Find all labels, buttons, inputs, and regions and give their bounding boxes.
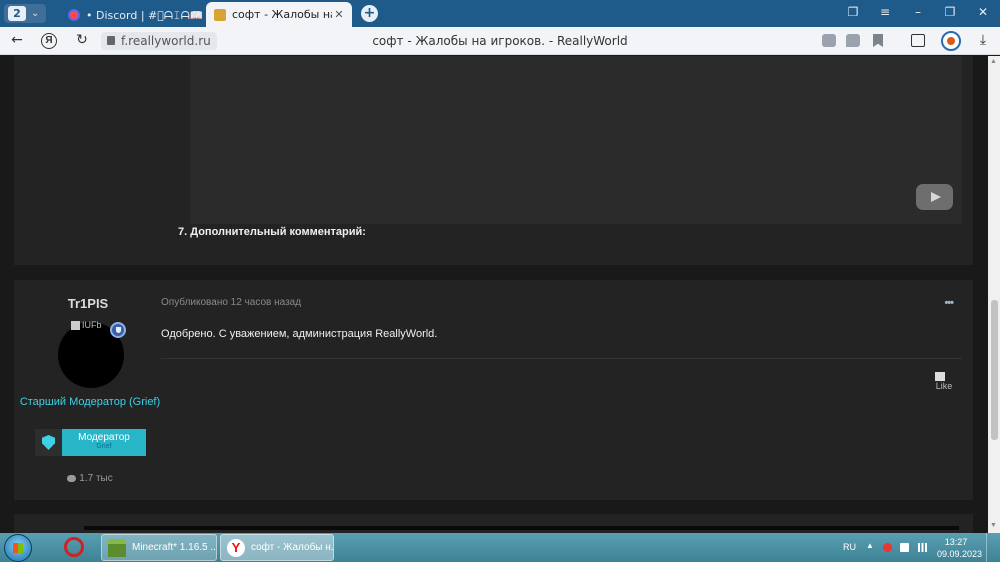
antivirus-icon[interactable]: [883, 543, 892, 552]
menu-icon[interactable]: ≡: [877, 5, 893, 19]
restore-icon[interactable]: ❐: [942, 5, 958, 19]
show-desktop-button[interactable]: [986, 533, 1000, 562]
tab-title: софт - Жалобы на игрок: [232, 8, 332, 21]
comment-heading: 7. Дополнительный комментарий:: [178, 226, 366, 238]
vertical-scrollbar[interactable]: ▲ ▼: [988, 56, 1000, 533]
post-header-bar: [84, 526, 959, 530]
taskbar-minecraft[interactable]: Minecraft* 1.16.5 ...: [101, 534, 217, 561]
tab-count-button[interactable]: 2 ⌄: [4, 4, 46, 23]
discord-icon: [68, 8, 80, 21]
translate-icon[interactable]: [822, 34, 836, 47]
minimize-icon[interactable]: –: [910, 5, 926, 19]
reallyworld-icon: [214, 8, 226, 21]
scrollbar-thumb[interactable]: [991, 300, 998, 440]
new-tab-button[interactable]: +: [361, 5, 378, 22]
moderator-shield-icon: [110, 322, 126, 338]
group-badge-label: Модератор Grief: [62, 429, 146, 456]
tab-title: • Discord | #゙ᗩ𝙸ᗩ📖ͺノ|подде: [86, 8, 202, 22]
close-icon[interactable]: ✕: [332, 8, 346, 21]
opera-icon[interactable]: [64, 537, 84, 557]
clock-time: 13:27: [944, 537, 968, 547]
post-count-value: 1.7 тыс: [79, 473, 113, 484]
collections-icon[interactable]: ❐: [845, 5, 861, 19]
close-window-icon[interactable]: ✕: [975, 5, 991, 19]
scroll-down-icon[interactable]: ▼: [990, 522, 997, 529]
shield-icon: [42, 435, 55, 450]
windows-taskbar: Minecraft* 1.16.5 ... Y софт - Жалобы н.…: [0, 533, 1000, 562]
post-divider: [161, 358, 962, 359]
comment-icon: [67, 474, 77, 482]
scroll-up-icon[interactable]: ▲: [990, 58, 997, 65]
taskbar-yandex-browser[interactable]: Y софт - Жалобы н...: [220, 534, 334, 561]
post-timestamp[interactable]: Опубликовано 12 часов назад: [161, 297, 301, 308]
tray-expand-icon[interactable]: ▲: [866, 541, 875, 550]
task-title: софт - Жалобы н...: [251, 542, 334, 553]
tab-discord[interactable]: • Discord | #゙ᗩ𝙸ᗩ📖ͺノ|подде: [62, 2, 202, 27]
clock-date: 09.09.2023: [937, 549, 983, 559]
browser-tab-bar: 2 ⌄ • Discord | #゙ᗩ𝙸ᗩ📖ͺノ|подде софт - Жа…: [0, 0, 1000, 27]
chevron-down-icon: ⌄: [31, 8, 40, 19]
broken-image-icon: [71, 321, 80, 331]
avatar-alt-label: IUFb: [82, 320, 102, 330]
more-options-icon[interactable]: •••: [944, 297, 954, 309]
username[interactable]: Tr1PIS: [14, 296, 162, 311]
group-badge: [35, 429, 62, 456]
tab-reallyworld[interactable]: софт - Жалобы на игрок ✕: [206, 2, 352, 27]
language-indicator[interactable]: RU: [843, 542, 856, 552]
address-bar: ← Я ↻ f.reallyworld.ru софт - Жалобы на …: [0, 27, 1000, 55]
yandex-browser-icon: Y: [227, 538, 245, 557]
post-card: [14, 514, 973, 533]
reviews-icon[interactable]: [846, 34, 860, 47]
like-button[interactable]: Like: [935, 372, 953, 391]
download-icon[interactable]: ⤓: [974, 32, 992, 48]
post-body: Одобрено. С уважением, администрация Rea…: [161, 328, 438, 340]
badge-title: Модератор: [78, 432, 130, 443]
profile-avatar[interactable]: [941, 31, 961, 51]
badge-subtitle: Grief: [96, 443, 112, 450]
task-title: Minecraft* 1.16.5 ...: [132, 542, 217, 553]
video-embed[interactable]: [190, 56, 962, 224]
like-icon: [935, 372, 945, 381]
start-button[interactable]: [4, 534, 32, 562]
post-card: 7. Дополнительный комментарий:: [14, 56, 973, 265]
network-icon[interactable]: [918, 543, 927, 552]
extensions-icon[interactable]: [911, 34, 925, 47]
page-content: 7. Дополнительный комментарий: Tr1PIS IU…: [0, 56, 988, 533]
minecraft-icon: [108, 538, 126, 557]
like-label: Like: [935, 381, 953, 391]
avatar-alt-text: IUFb: [71, 320, 102, 331]
post-count: 1.7 тыс: [14, 473, 166, 484]
youtube-play-icon[interactable]: [916, 184, 953, 210]
tab-count: 2: [8, 6, 26, 21]
clock[interactable]: 13:27 09.09.2023: [937, 536, 983, 560]
volume-icon[interactable]: [900, 543, 909, 552]
post-card: Tr1PIS IUFb Старший Модератор (Grief) Мо…: [14, 280, 973, 500]
user-rank: Старший Модератор (Grief): [19, 396, 161, 408]
